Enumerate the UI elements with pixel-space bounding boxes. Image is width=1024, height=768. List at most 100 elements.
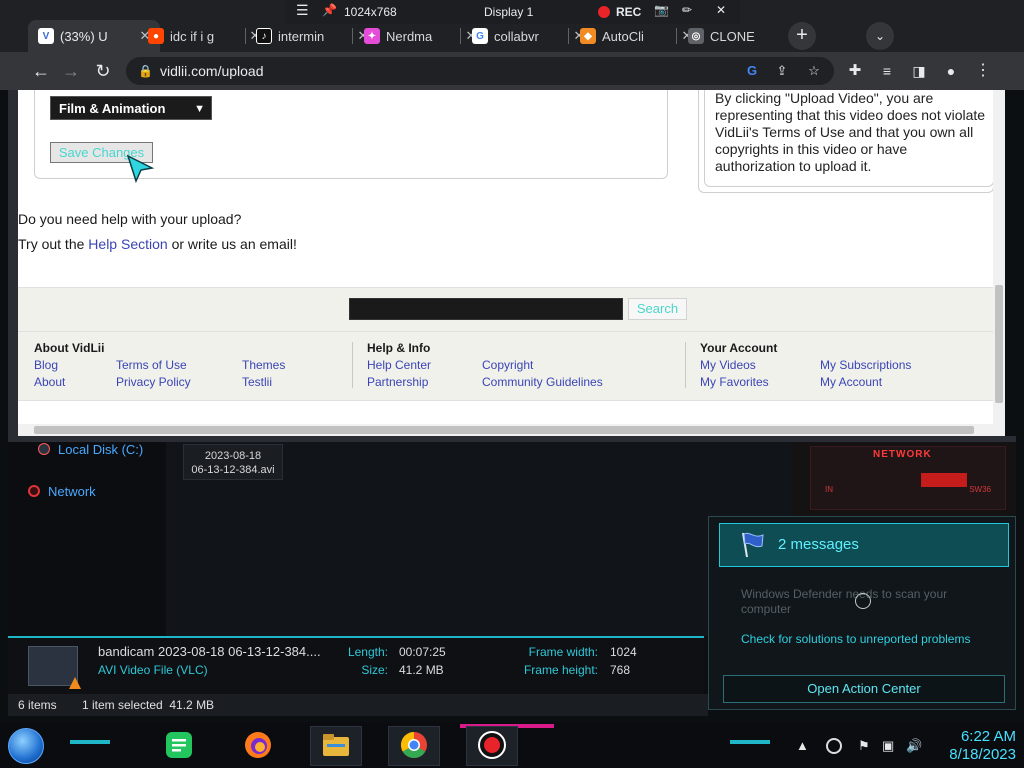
share-icon[interactable]: ⇪ — [774, 63, 790, 79]
explorer-status-bar: 6 items 1 item selected 41.2 MB — [8, 694, 708, 716]
footer-link-my-videos[interactable]: My Videos — [700, 358, 756, 372]
action-center-header[interactable]: 2 messages — [719, 523, 1009, 567]
resolution-label: 1024x768 — [344, 5, 397, 19]
upload-terms-notice: By clicking "Upload Video", you are repr… — [715, 90, 986, 174]
drive-icon — [38, 443, 50, 455]
tab-title: intermin — [278, 28, 325, 44]
scrollbar-thumb[interactable] — [34, 426, 974, 434]
rec-label[interactable]: REC — [616, 5, 641, 19]
help-line: Try out the Help Section or write us an … — [18, 236, 297, 252]
new-tab-button[interactable]: + — [788, 22, 816, 50]
category-select[interactable]: Film & Animation ▼ — [50, 96, 212, 120]
tab-title: idc if i g — [170, 28, 215, 44]
search-button[interactable]: Search — [628, 298, 687, 320]
clock-time: 6:22 AM — [960, 728, 1016, 745]
help-prefix: Try out the — [18, 236, 89, 252]
clock-date: 8/18/2023 — [949, 746, 1016, 763]
footer-help-heading: Help & Info — [367, 341, 431, 355]
status-circle-icon[interactable] — [826, 738, 842, 754]
start-button[interactable] — [8, 728, 44, 764]
file-name-line: 06-13-12-384.avi — [191, 464, 275, 476]
tab-divider — [460, 28, 461, 44]
unreported-problems-link[interactable]: Check for solutions to unreported proble… — [741, 632, 970, 646]
footer-link-my-account[interactable]: My Account — [820, 375, 882, 389]
back-icon[interactable]: ← — [30, 60, 52, 82]
profile-icon[interactable]: ● — [940, 60, 962, 82]
menu-icon[interactable]: ☰ — [296, 2, 309, 19]
footer-column-divider — [685, 342, 686, 388]
notes-app-icon[interactable] — [164, 730, 194, 760]
media-playlist-icon[interactable]: ≡ — [876, 60, 898, 82]
network-tray-icon[interactable]: ▣ — [882, 738, 894, 754]
side-panel-icon[interactable]: ◨ — [908, 60, 930, 82]
nav-network[interactable]: Network — [28, 484, 96, 499]
address-bar[interactable]: 🔒 vidlii.com/upload G ⇪ ☆ — [126, 57, 834, 85]
network-activity-bar — [921, 473, 967, 487]
footer-divider — [18, 331, 993, 332]
footer-link-my-favorites[interactable]: My Favorites — [700, 375, 769, 389]
network-widget: NETWORK IN SW36 — [810, 446, 1006, 510]
footer-link-privacy[interactable]: Privacy Policy — [116, 375, 191, 389]
close-icon[interactable]: ✕ — [716, 3, 726, 17]
extensions-icon[interactable]: ✚ — [844, 60, 866, 82]
footer-link-about[interactable]: About — [34, 375, 65, 389]
show-hidden-icons[interactable]: ▲ — [796, 738, 809, 753]
detail-length-value: 00:07:25 — [399, 645, 446, 659]
file-explorer-icon[interactable] — [321, 730, 351, 760]
footer-link-help-center[interactable]: Help Center — [367, 358, 431, 372]
chevron-down-icon: ▼ — [194, 103, 205, 115]
defender-scan-message[interactable]: Windows Defender needs to scan your comp… — [741, 587, 961, 617]
detail-frame-width-label: Frame width: — [528, 645, 598, 659]
horizontal-scrollbar[interactable] — [18, 424, 1005, 436]
vertical-scrollbar[interactable] — [993, 90, 1005, 424]
bandicam-record-icon[interactable] — [477, 730, 507, 760]
volume-icon[interactable]: 🔊 — [906, 738, 922, 754]
help-suffix: or write us an email! — [167, 236, 297, 252]
scrollbar-thumb[interactable] — [995, 285, 1003, 403]
nav-local-disk[interactable]: Local Disk (C:) — [38, 442, 143, 457]
explorer-nav-pane: Local Disk (C:) Network — [8, 442, 166, 636]
vidlii-upload-page: Film & Animation ▼ Save Changes By click… — [18, 90, 993, 424]
bookmark-star-icon[interactable]: ☆ — [806, 63, 822, 79]
google-translate-icon[interactable]: G — [744, 63, 760, 79]
clock[interactable]: 6:22 AM 8/18/2023 — [940, 728, 1016, 764]
menu-kebab-icon[interactable]: ⋮ — [972, 60, 994, 82]
file-item[interactable]: 2023-08-18 06-13-12-384.avi — [183, 444, 283, 480]
pencil-icon[interactable]: ✏ — [682, 3, 692, 17]
detail-filename: bandicam 2023-08-18 06-13-12-384.... — [98, 644, 321, 659]
details-pane: bandicam 2023-08-18 06-13-12-384.... AVI… — [8, 636, 704, 694]
tab-divider — [676, 28, 677, 44]
camera-icon[interactable]: 📷 — [654, 3, 669, 17]
tab-search-button[interactable]: ⌄ — [866, 22, 894, 50]
recording-bar: ☰ 📌 1024x768 Display 1 REC 📷 ✏ ✕ — [286, 0, 740, 24]
help-section-link[interactable]: Help Section — [88, 236, 167, 252]
taskbar-decoration — [70, 740, 110, 744]
footer-link-terms[interactable]: Terms of Use — [116, 358, 187, 372]
pin-icon[interactable]: 📌 — [322, 3, 337, 17]
vlc-icon — [69, 677, 81, 689]
detail-size-value: 41.2 MB — [399, 663, 444, 677]
network-out-label: SW36 — [969, 485, 991, 494]
tab-title: AutoCli — [602, 28, 644, 44]
footer-link-copyright[interactable]: Copyright — [482, 358, 533, 372]
footer-column-divider — [352, 342, 353, 388]
open-action-center-button[interactable]: Open Action Center — [723, 675, 1005, 703]
chrome-icon[interactable] — [399, 730, 429, 760]
footer-link-partnership[interactable]: Partnership — [367, 375, 428, 389]
footer-link-themes[interactable]: Themes — [242, 358, 285, 372]
footer-link-blog[interactable]: Blog — [34, 358, 58, 372]
network-icon — [28, 485, 40, 497]
footer-search-input[interactable] — [349, 298, 623, 320]
footer-link-my-subscriptions[interactable]: My Subscriptions — [820, 358, 911, 372]
footer-link-testlii[interactable]: Testlii — [242, 375, 272, 389]
flag-tray-icon[interactable]: ⚑ — [858, 738, 870, 754]
firefox-icon[interactable] — [243, 730, 273, 760]
reload-icon[interactable]: ↻ — [92, 60, 114, 82]
window-frame — [8, 90, 18, 438]
display-label: Display 1 — [484, 5, 534, 19]
footer-link-community-guidelines[interactable]: Community Guidelines — [482, 375, 603, 389]
url-text: vidlii.com/upload — [160, 63, 264, 79]
detail-frame-width-value: 1024 — [610, 645, 637, 659]
forward-icon[interactable]: → — [60, 60, 82, 82]
taskbar-decoration — [730, 740, 770, 744]
